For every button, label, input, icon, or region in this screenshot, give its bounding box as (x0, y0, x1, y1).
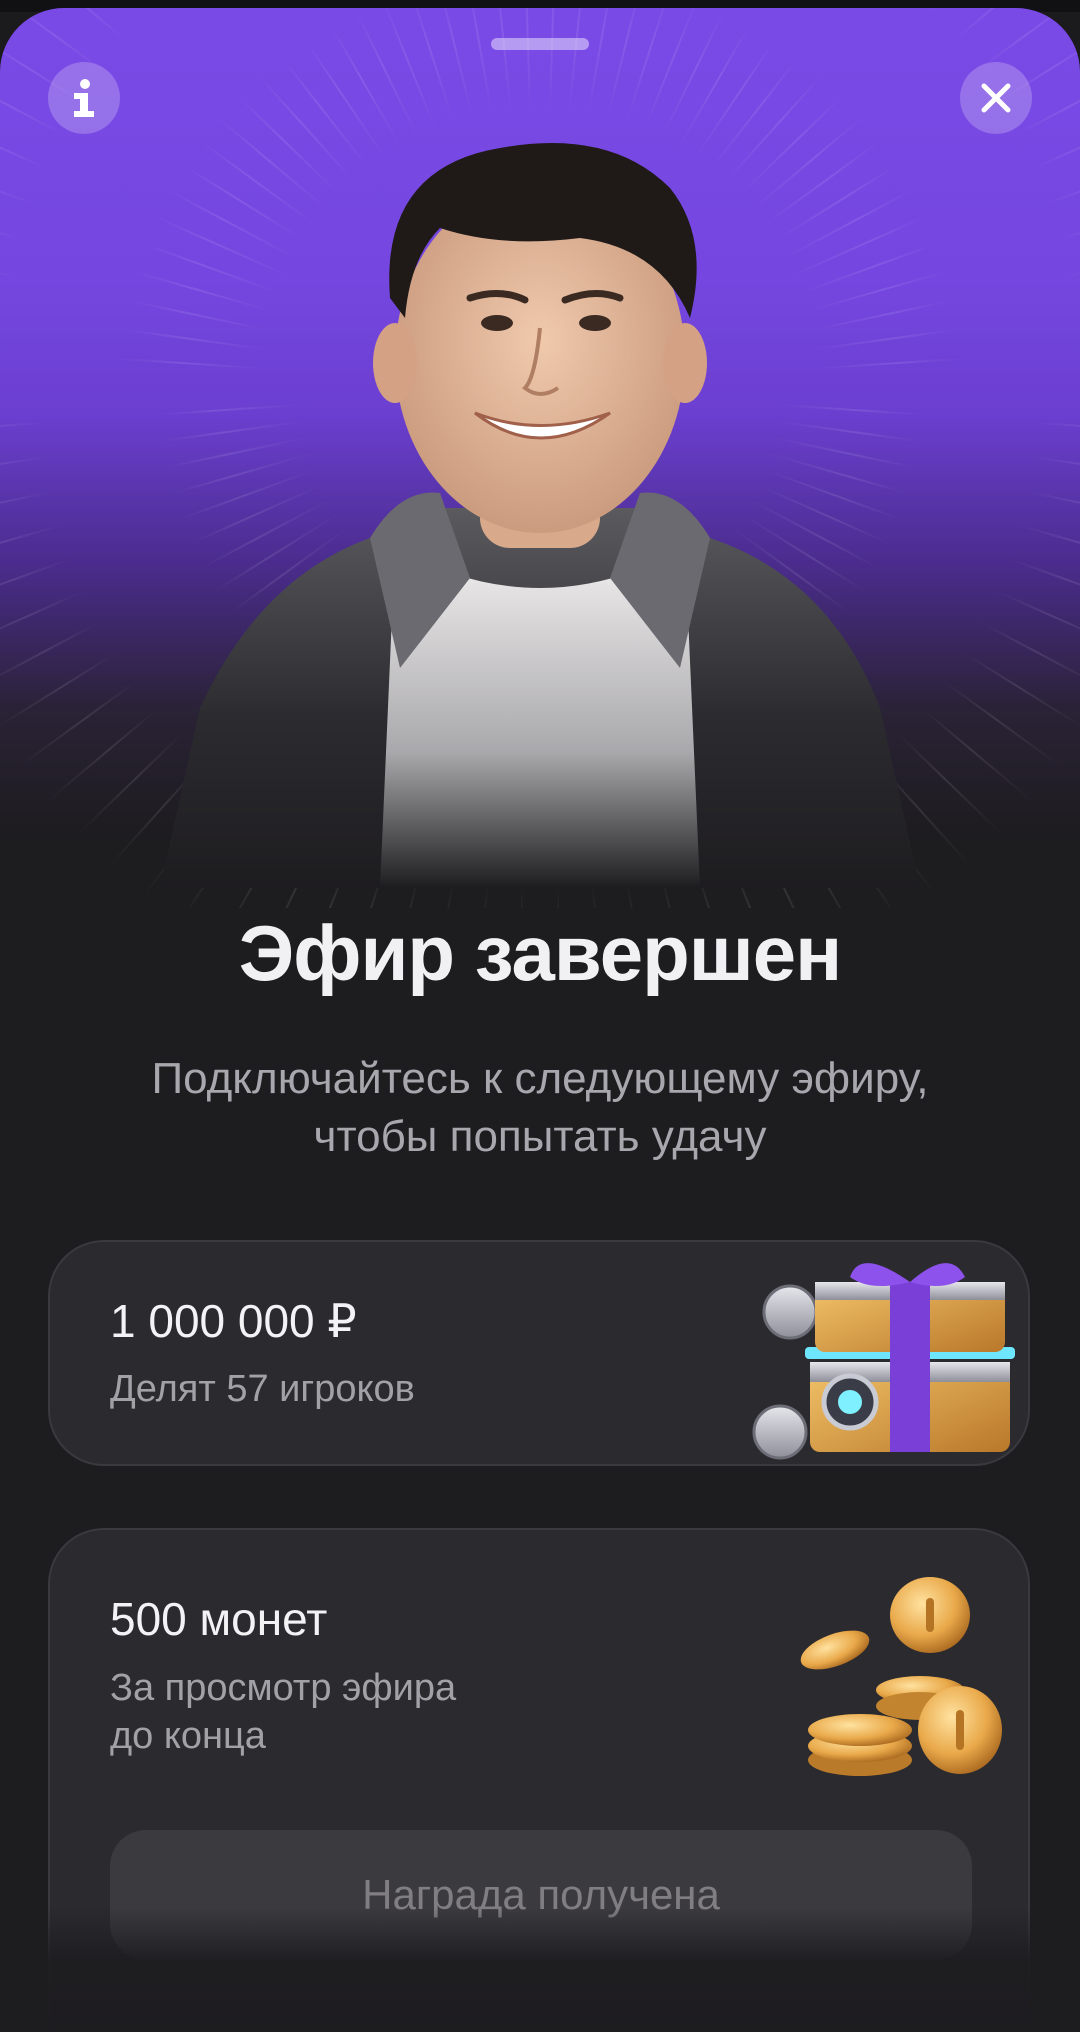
page-subtitle: Подключайтесь к следующему эфиру, чтобы … (100, 1050, 980, 1166)
prize-amount: 1 000 000 ₽ (110, 1295, 357, 1347)
coins-description: За просмотр эфира до конца (110, 1664, 570, 1760)
coins-amount: 500 монет (110, 1593, 328, 1645)
prize-description: Делят 57 игроков (110, 1368, 415, 1410)
description-line: За просмотр эфира (110, 1667, 457, 1709)
close-icon (981, 83, 1011, 113)
bottom-sheet: Эфир завершен Подключайтесь к следующему… (0, 8, 1080, 2032)
info-icon (74, 79, 94, 117)
host-portrait (160, 143, 920, 888)
gold-coins-icon (800, 1577, 1002, 1776)
page-title: Эфир завершен (238, 909, 843, 997)
subtitle-line: Подключайтесь к следующему эфиру, (151, 1054, 929, 1103)
bottom-fade (0, 1908, 1080, 2032)
prize-card: 1 000 000 ₽ Делят 57 игроков (48, 1240, 1030, 1466)
description-line: до конца (110, 1715, 266, 1757)
info-button[interactable] (48, 62, 120, 134)
gift-chest-icon (752, 1263, 1015, 1460)
close-button[interactable] (960, 62, 1032, 134)
subtitle-line: чтобы попытать удачу (313, 1112, 767, 1161)
drag-handle[interactable] (491, 38, 589, 50)
hero-banner (0, 8, 1080, 908)
